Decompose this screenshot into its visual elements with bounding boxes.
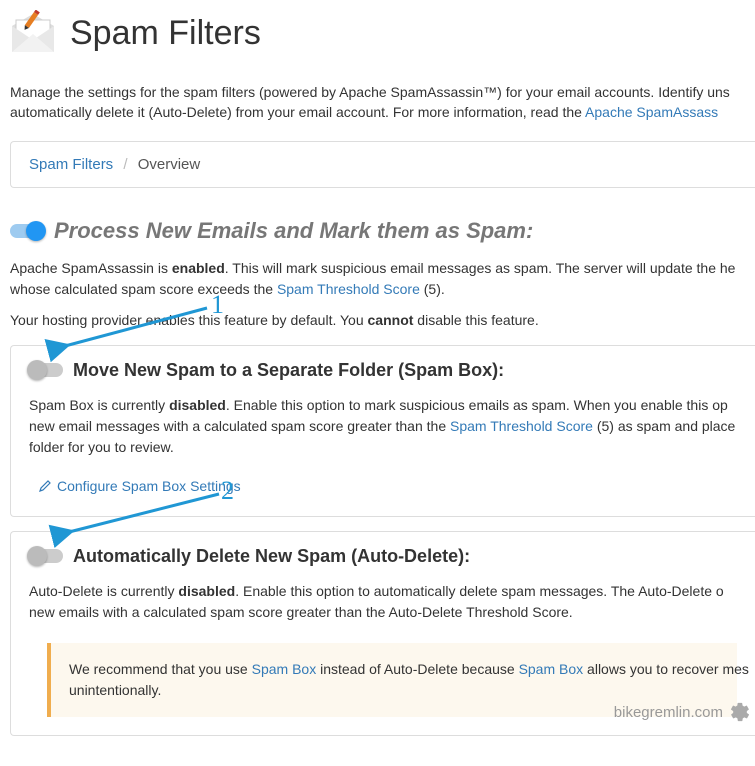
breadcrumb-current: Overview: [138, 156, 201, 173]
breadcrumb-panel: Spam Filters / Overview: [10, 141, 755, 188]
docs-link[interactable]: Apache SpamAssass: [585, 104, 718, 120]
section-process-body: Apache SpamAssassin is enabled. This wil…: [10, 258, 755, 300]
panel-auto-delete-title: Automatically Delete New Spam (Auto-Dele…: [73, 546, 470, 567]
panel-spam-box-body: Spam Box is currently disabled. Enable t…: [29, 395, 737, 458]
section-process-note: Your hosting provider enables this featu…: [10, 310, 755, 331]
section-process-title: Process New Emails and Mark them as Spam…: [54, 218, 533, 244]
breadcrumb: Spam Filters / Overview: [29, 156, 737, 173]
envelope-icon: [10, 10, 56, 56]
panel-auto-delete-body: Auto-Delete is currently disabled. Enabl…: [29, 581, 737, 623]
spam-threshold-link-2[interactable]: Spam Threshold Score: [450, 418, 593, 434]
spam-box-link-2[interactable]: Spam Box: [519, 661, 584, 677]
configure-spam-box-label: Configure Spam Box Settings: [57, 478, 241, 494]
page-title: Spam Filters: [70, 14, 261, 53]
toggle-spam-box[interactable]: [29, 363, 63, 377]
breadcrumb-separator: /: [117, 156, 133, 173]
intro-line2: automatically delete it (Auto-Delete) fr…: [10, 104, 585, 120]
panel-spam-box: 1 Move New Spam to a Separate Folder (Sp…: [10, 345, 755, 517]
watermark: bikegremlin.com: [614, 701, 751, 723]
watermark-text: bikegremlin.com: [614, 704, 723, 721]
breadcrumb-root[interactable]: Spam Filters: [29, 156, 113, 173]
intro-text: Manage the settings for the spam filters…: [10, 82, 755, 123]
configure-spam-box-link[interactable]: Configure Spam Box Settings: [39, 478, 241, 494]
section-process: Process New Emails and Mark them as Spam…: [10, 218, 755, 736]
page-header: Spam Filters: [10, 10, 755, 68]
toggle-process-emails[interactable]: [10, 224, 44, 238]
panel-spam-box-title: Move New Spam to a Separate Folder (Spam…: [73, 360, 504, 381]
gear-icon: [729, 701, 751, 723]
pencil-icon: [39, 480, 51, 492]
intro-line1: Manage the settings for the spam filters…: [10, 84, 730, 100]
spam-threshold-link[interactable]: Spam Threshold Score: [277, 281, 420, 297]
spam-box-link-1[interactable]: Spam Box: [252, 661, 317, 677]
toggle-auto-delete[interactable]: [29, 549, 63, 563]
